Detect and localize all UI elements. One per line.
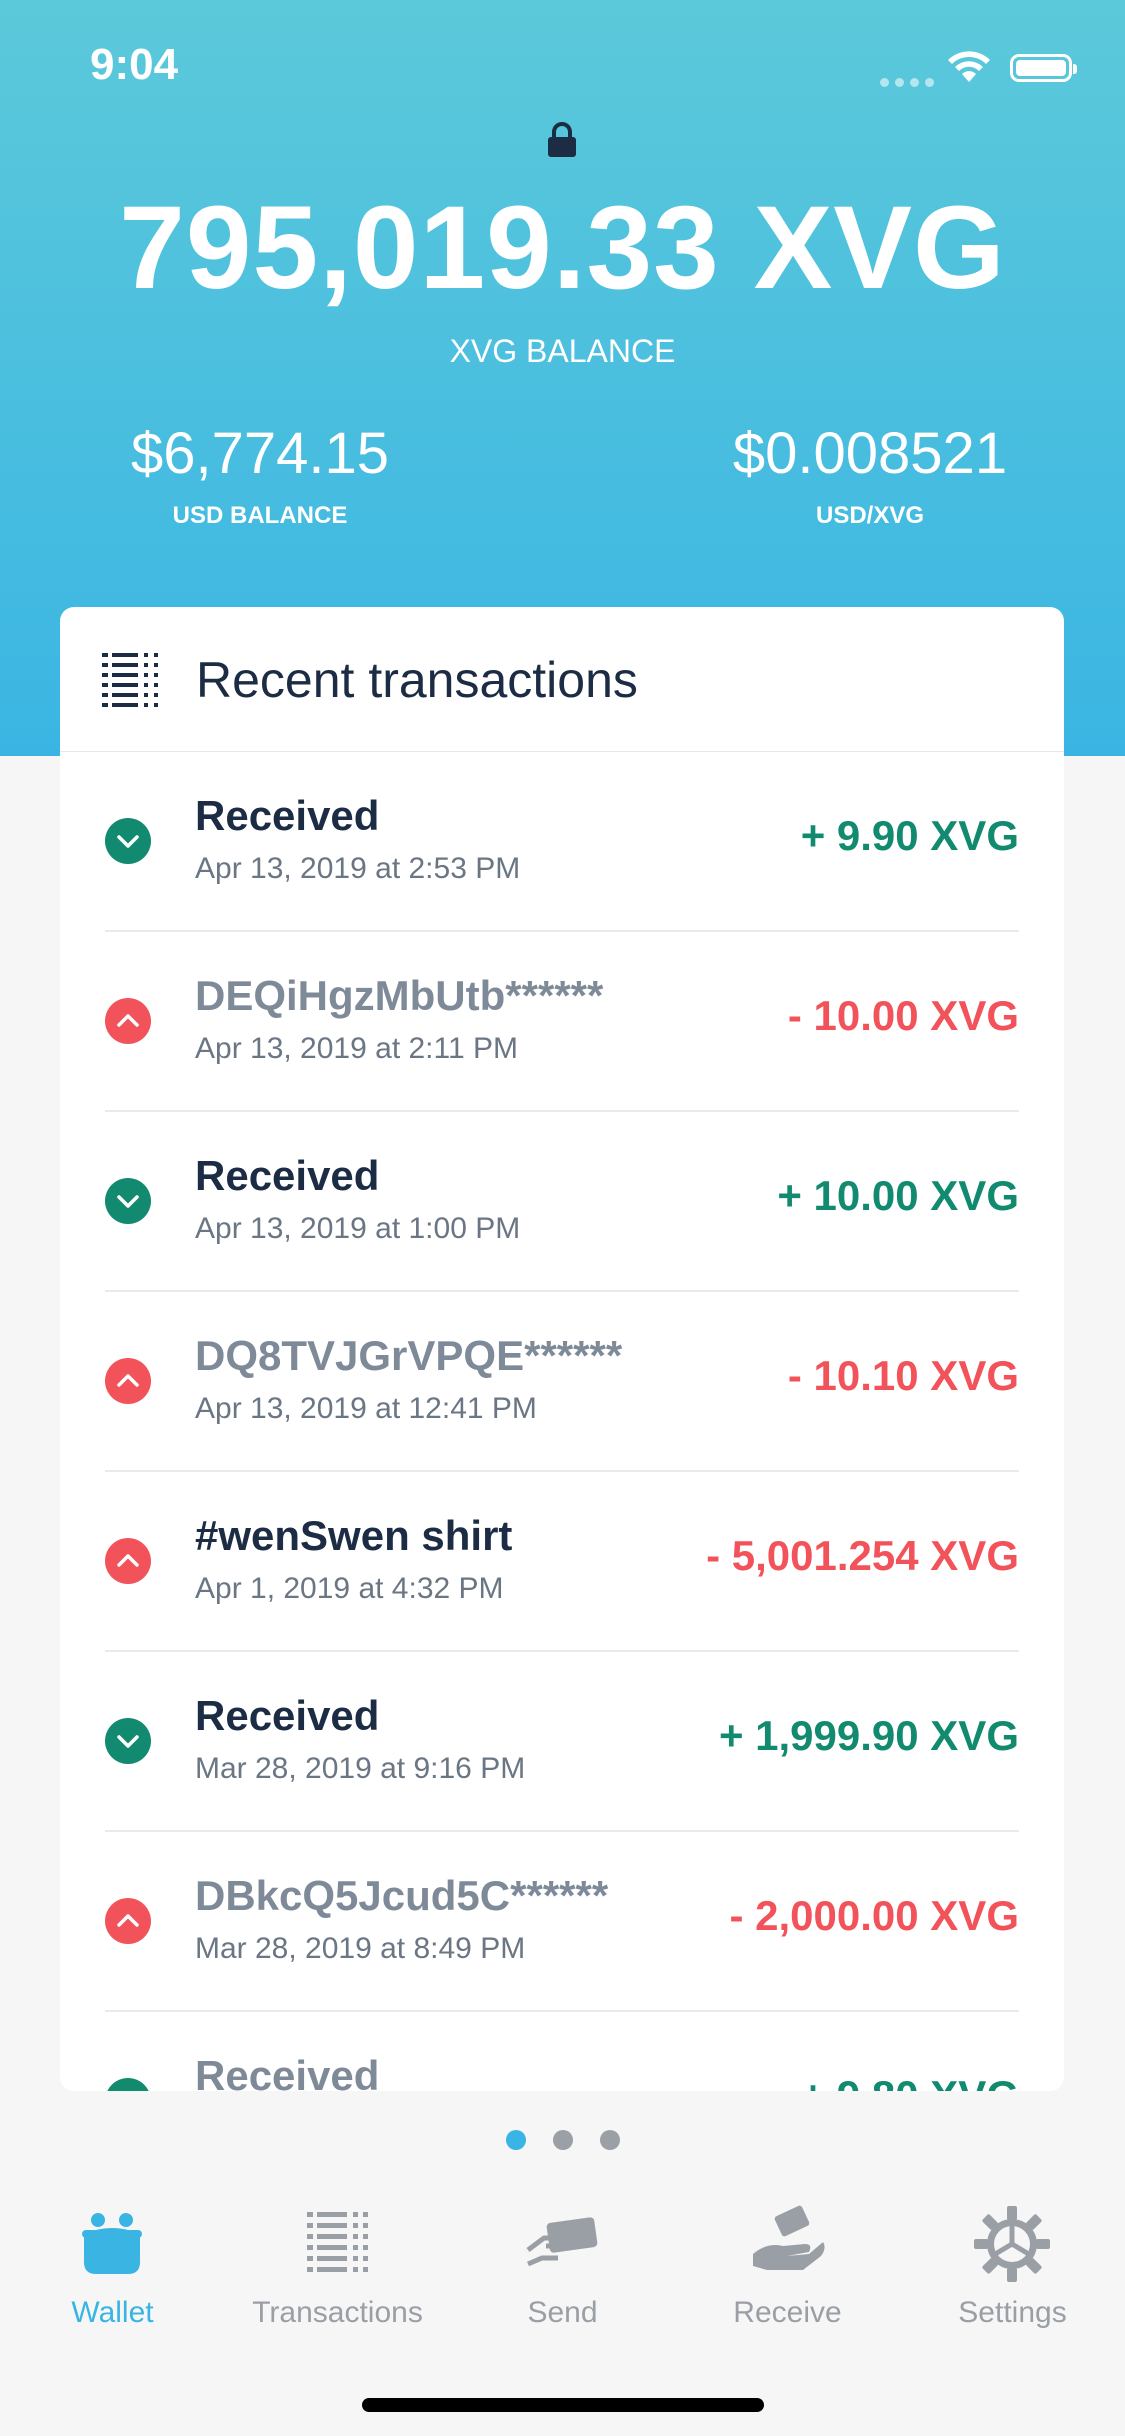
- transaction-title: DQ8TVJGrVPQE******: [195, 1332, 623, 1379]
- wallet-icon: [82, 2213, 142, 2274]
- transaction-title: #wenSwen shirt: [195, 1512, 513, 1559]
- tab-label: Receive: [733, 2296, 842, 2329]
- transaction-amount: + 9.80 XVG: [801, 2072, 1019, 2091]
- tab-settings[interactable]: Settings: [900, 2190, 1125, 2360]
- transaction-date: Mar 28, 2019 at 9:16 PM: [195, 1752, 526, 1785]
- tab-bar: Wallet Transactions Send Receive Setting…: [0, 2190, 1125, 2360]
- transaction-date: Apr 13, 2019 at 2:53 PM: [195, 852, 521, 885]
- transaction-list: Received Apr 13, 2019 at 2:53 PM + 9.90 …: [60, 752, 1064, 2091]
- tab-label: Settings: [958, 2296, 1067, 2329]
- transaction-date: Mar 28, 2019 at 8:49 PM: [195, 1932, 526, 1965]
- page-dot[interactable]: [599, 2130, 620, 2150]
- transaction-title: Received: [195, 792, 380, 839]
- receive-icon: [753, 2205, 825, 2270]
- sent-icon: [105, 998, 151, 1044]
- send-icon: [526, 2217, 598, 2267]
- recent-transactions-card: Recent transactions Received Apr 13, 201…: [60, 607, 1064, 2091]
- exchange-rate-value: $0.008521: [732, 421, 1008, 486]
- transaction-date: Apr 13, 2019 at 1:00 PM: [195, 1212, 521, 1245]
- transaction-title: Received: [195, 1152, 380, 1199]
- battery-icon: [1010, 54, 1077, 82]
- transaction-date: Apr 13, 2019 at 12:41 PM: [195, 1392, 537, 1425]
- received-icon: [105, 1178, 151, 1224]
- transaction-row[interactable]: Received Mar 28, 2019 at 9:16 PM + 1,999…: [105, 1652, 1019, 1832]
- transactions-list-icon: [102, 653, 158, 707]
- xvg-balance-label: XVG BALANCE: [449, 333, 676, 369]
- lock-icon[interactable]: [544, 122, 580, 158]
- tab-label: Wallet: [71, 2296, 154, 2329]
- transaction-amount: + 1,999.90 XVG: [718, 1712, 1019, 1759]
- transactions-icon: [307, 2212, 368, 2272]
- page-indicator[interactable]: [0, 2130, 1125, 2150]
- page-dot[interactable]: [505, 2130, 526, 2150]
- transaction-amount: - 10.10 XVG: [787, 1352, 1019, 1399]
- transaction-row[interactable]: Received Apr 13, 2019 at 2:53 PM + 9.90 …: [105, 752, 1019, 932]
- received-icon: [105, 1718, 151, 1764]
- transaction-row[interactable]: #wenSwen shirt Apr 1, 2019 at 4:32 PM - …: [105, 1472, 1019, 1652]
- transaction-title: Received: [195, 2052, 380, 2091]
- transaction-amount: + 9.90 XVG: [800, 812, 1019, 859]
- sent-icon: [105, 1538, 151, 1584]
- usd-balance-label: USD BALANCE: [172, 502, 348, 529]
- status-time: 9:04: [90, 40, 179, 89]
- transaction-row[interactable]: Received + 9.80 XVG: [105, 2012, 1019, 2091]
- gear-icon: [974, 2206, 1050, 2282]
- wifi-icon: [948, 51, 990, 82]
- home-indicator[interactable]: [362, 2398, 764, 2412]
- card-title: Recent transactions: [196, 652, 638, 708]
- transaction-row[interactable]: DQ8TVJGrVPQE****** Apr 13, 2019 at 12:41…: [105, 1292, 1019, 1472]
- transaction-amount: - 5,001.254 XVG: [706, 1532, 1019, 1579]
- tab-transactions[interactable]: Transactions: [225, 2190, 450, 2360]
- page-dot[interactable]: [552, 2130, 573, 2150]
- transaction-row[interactable]: DBkcQ5Jcud5C****** Mar 28, 2019 at 8:49 …: [105, 1832, 1019, 2012]
- usd-balance-value: $6,774.15: [130, 421, 390, 486]
- transaction-title: DEQiHgzMbUtb******: [195, 972, 604, 1019]
- tab-label: Transactions: [252, 2296, 423, 2329]
- tab-wallet[interactable]: Wallet: [0, 2190, 225, 2360]
- transaction-amount: - 2,000.00 XVG: [729, 1892, 1019, 1939]
- tab-label: Send: [527, 2296, 598, 2329]
- transaction-amount: + 10.00 XVG: [777, 1172, 1019, 1219]
- card-header: Recent transactions: [60, 607, 1064, 752]
- transaction-row[interactable]: Received Apr 13, 2019 at 1:00 PM + 10.00…: [105, 1112, 1019, 1292]
- exchange-rate-label: USD/XVG: [815, 502, 925, 529]
- sent-icon: [105, 1898, 151, 1944]
- transaction-date: Apr 13, 2019 at 2:11 PM: [195, 1032, 518, 1065]
- tab-send[interactable]: Send: [450, 2190, 675, 2360]
- transaction-title: Received: [195, 1692, 380, 1739]
- sent-icon: [105, 1358, 151, 1404]
- transaction-date: Apr 1, 2019 at 4:32 PM: [195, 1572, 504, 1605]
- xvg-balance-value: 795,019.33 XVG: [119, 182, 1006, 314]
- received-icon: [105, 818, 151, 864]
- received-icon: [105, 2078, 151, 2091]
- transaction-row[interactable]: DEQiHgzMbUtb****** Apr 13, 2019 at 2:11 …: [105, 932, 1019, 1112]
- transaction-title: DBkcQ5Jcud5C******: [195, 1872, 609, 1919]
- signal-icon: [880, 78, 934, 87]
- tab-receive[interactable]: Receive: [675, 2190, 900, 2360]
- transaction-amount: - 10.00 XVG: [787, 992, 1019, 1039]
